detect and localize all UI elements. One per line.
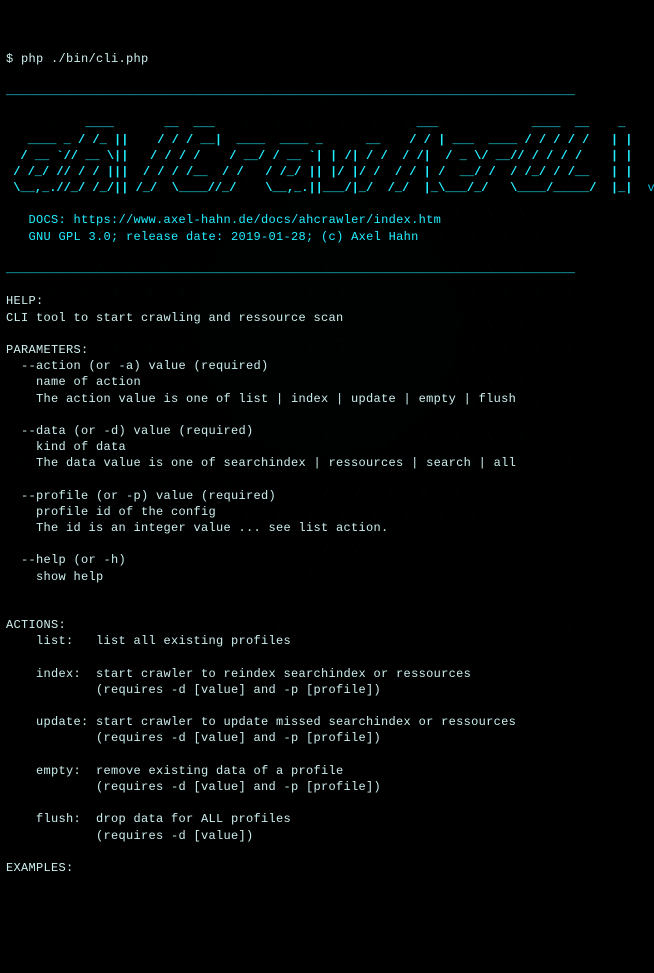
action-list: list: list all existing profiles: [6, 634, 291, 648]
param-profile: --profile (or -p) value (required): [6, 489, 276, 503]
terminal-output: $ php ./bin/cli.php ____________________…: [6, 34, 648, 876]
docs-line: DOCS: https://www.axel-hahn.de/docs/ahcr…: [29, 213, 442, 227]
param-action: --action (or -a) value (required): [6, 359, 269, 373]
parameters-heading: PARAMETERS:: [6, 343, 89, 357]
param-help: --help (or -h): [6, 553, 126, 567]
help-heading: HELP:: [6, 294, 44, 308]
examples-heading: EXAMPLES:: [6, 861, 74, 875]
rule-top: ________________________________________…: [6, 84, 575, 98]
action-flush: flush: drop data for ALL profiles: [6, 812, 291, 826]
action-index: index: start crawler to reindex searchin…: [6, 667, 471, 681]
ascii-banner: ____ __ ___ ___ ____ __ _ ____ _ / /_ ||…: [6, 116, 633, 195]
help-desc: CLI tool to start crawling and ressource…: [6, 311, 344, 325]
version: v0.48: [648, 181, 654, 195]
prompt-line: $ php ./bin/cli.php: [6, 52, 149, 66]
actions-heading: ACTIONS:: [6, 618, 66, 632]
action-empty: empty: remove existing data of a profile: [6, 764, 344, 778]
param-data: --data (or -d) value (required): [6, 424, 254, 438]
rule-bottom: ________________________________________…: [6, 262, 575, 276]
license-line: GNU GPL 3.0; release date: 2019-01-28; (…: [29, 230, 419, 244]
action-update: update: start crawler to update missed s…: [6, 715, 516, 729]
